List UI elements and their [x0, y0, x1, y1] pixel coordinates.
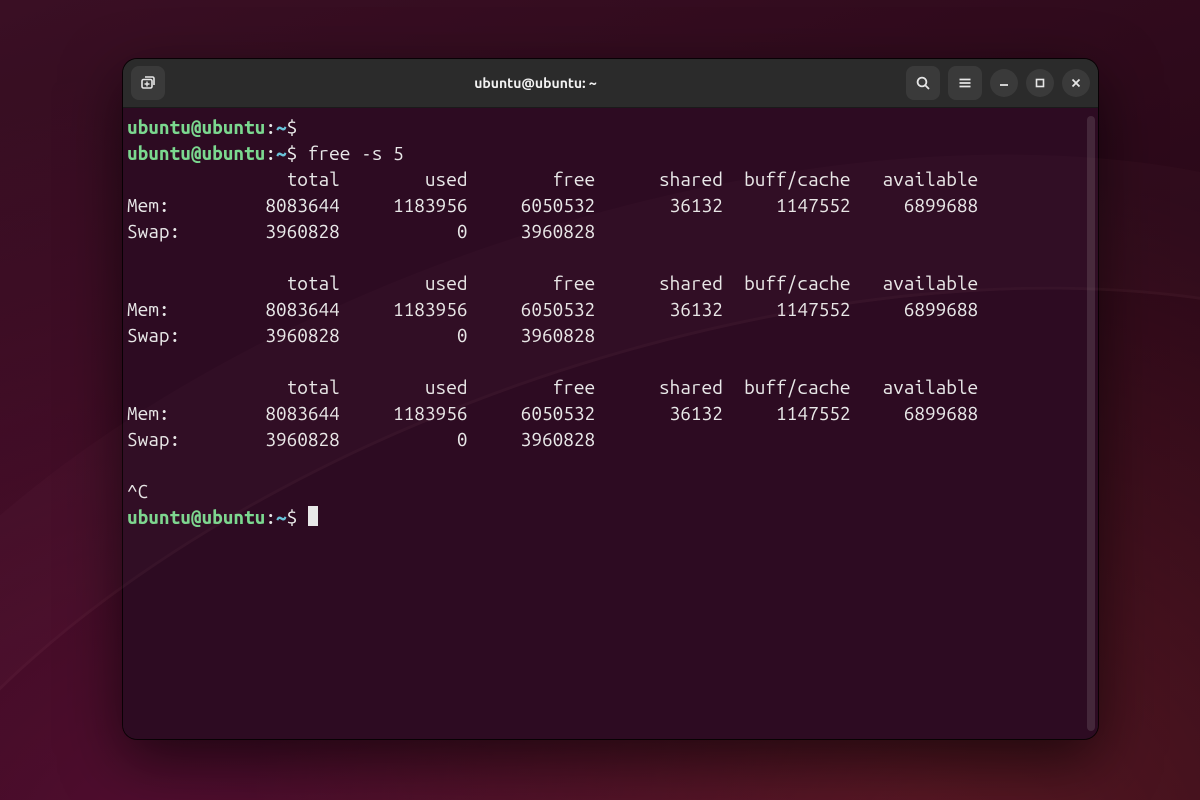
new-tab-icon — [139, 74, 157, 92]
interrupt: ^C — [127, 480, 148, 502]
scrollbar[interactable] — [1087, 116, 1095, 731]
terminal-body[interactable]: ubuntu@ubuntu:~$ ubuntu@ubuntu:~$ free -… — [123, 108, 1098, 739]
desktop-wallpaper: ubuntu@ubuntu: ~ — [0, 0, 1200, 800]
free-header: total used free shared buff/cache availa… — [127, 168, 978, 190]
window-title: ubuntu@ubuntu: ~ — [165, 75, 906, 91]
minimize-icon — [998, 77, 1010, 89]
terminal-window: ubuntu@ubuntu: ~ — [123, 59, 1098, 739]
free-swap-row: Swap: 3960828 0 3960828 — [127, 220, 595, 242]
prompt-user: ubuntu@ubuntu — [127, 116, 265, 138]
hamburger-icon — [957, 75, 973, 91]
cmd-free: free -s 5 — [308, 142, 404, 164]
minimize-button[interactable] — [990, 69, 1018, 97]
cursor — [308, 506, 318, 526]
terminal-output: ubuntu@ubuntu:~$ ubuntu@ubuntu:~$ free -… — [127, 114, 1094, 530]
prompt-cwd: ~ — [276, 116, 287, 138]
hamburger-menu-button[interactable] — [948, 66, 982, 100]
close-icon — [1070, 77, 1082, 89]
search-button[interactable] — [906, 66, 940, 100]
maximize-icon — [1034, 77, 1046, 89]
new-tab-button[interactable] — [131, 66, 165, 100]
search-icon — [915, 75, 931, 91]
titlebar: ubuntu@ubuntu: ~ — [123, 59, 1098, 108]
maximize-button[interactable] — [1026, 69, 1054, 97]
free-mem-row: Mem: 8083644 1183956 6050532 36132 11475… — [127, 194, 978, 216]
close-button[interactable] — [1062, 69, 1090, 97]
